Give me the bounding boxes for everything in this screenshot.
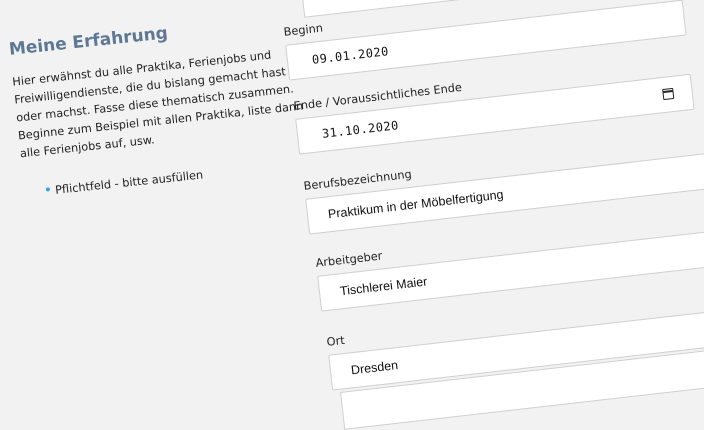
beginn-value: 09.01.2020 bbox=[311, 44, 390, 67]
bullet-dot-icon: • bbox=[43, 182, 54, 200]
arbeitgeber-value: Tischlerei Maier bbox=[339, 274, 429, 299]
ort-value: Dresden bbox=[350, 358, 399, 378]
beruf-value: Praktikum in der Möbelfertigung bbox=[327, 187, 505, 222]
info-panel: Meine Erfahrung Hier erwähnst du alle Pr… bbox=[8, 10, 313, 201]
ende-value: 31.10.2020 bbox=[321, 118, 400, 141]
required-note: • Pflichtfeld - bitte ausfüllen bbox=[43, 155, 313, 199]
section-description: Hier erwähnst du alle Praktika, Ferienjo… bbox=[11, 48, 304, 161]
calendar-icon[interactable] bbox=[662, 87, 675, 101]
required-note-text: Pflichtfeld - bitte ausfüllen bbox=[54, 168, 204, 197]
